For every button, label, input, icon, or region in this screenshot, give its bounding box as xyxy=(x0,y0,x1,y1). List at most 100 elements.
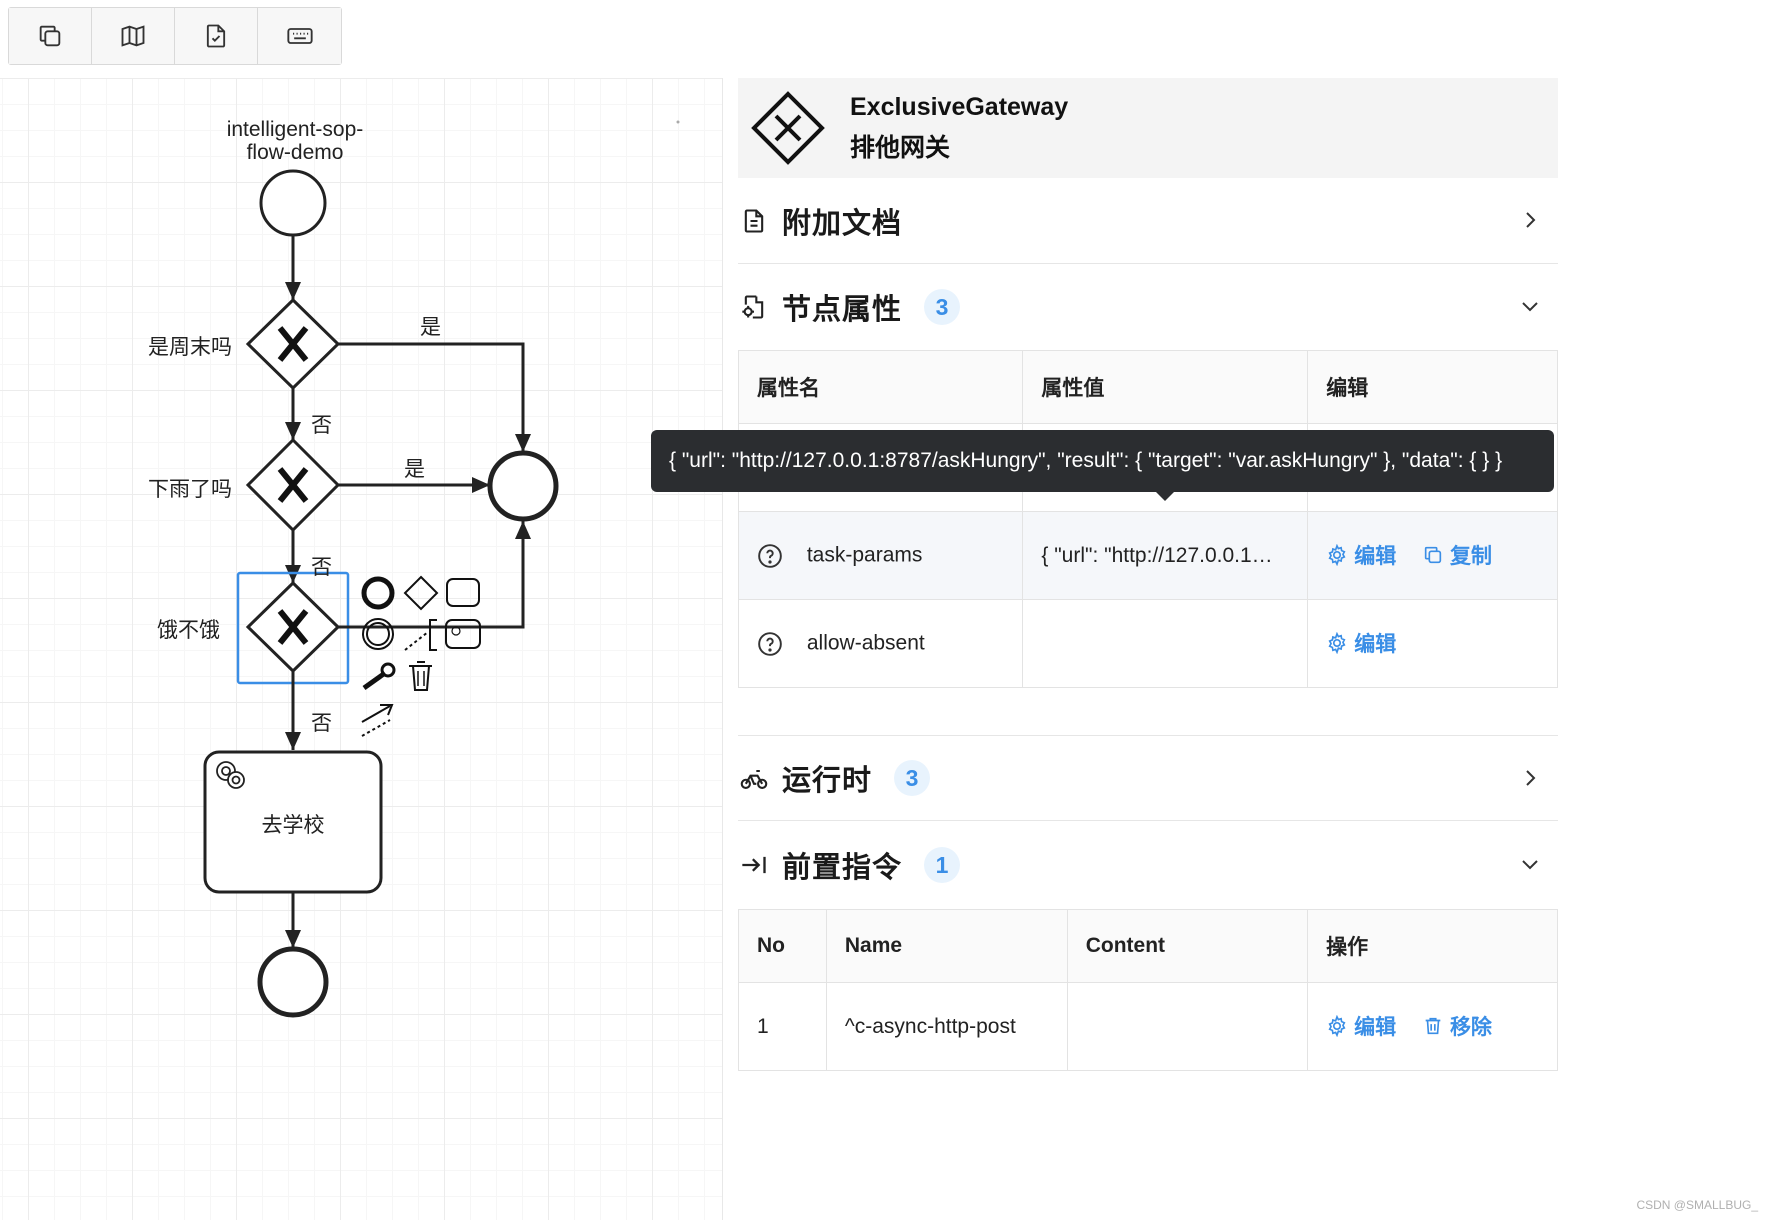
keyboard-icon xyxy=(286,28,313,44)
validate-button[interactable] xyxy=(175,8,258,64)
exclusive-gateway-icon xyxy=(751,91,825,165)
end-event-bottom[interactable] xyxy=(257,946,329,1018)
bpmn-diagram xyxy=(203,120,680,1018)
section-pre-title: 前置指令 xyxy=(782,852,903,884)
chevron-right-icon[interactable] xyxy=(1520,768,1540,788)
bpmn-canvas[interactable]: intelligent-sop- flow-demo 是周末吗 是 否 下雨了吗… xyxy=(0,78,723,1220)
table-row[interactable]: task-params { "url": "http://127.0.0.1… … xyxy=(737,511,1558,600)
section-runtime-title: 运行时 xyxy=(782,765,873,797)
flow-label-no-2: 否 xyxy=(311,556,332,579)
props-count-badge: 3 xyxy=(924,289,961,325)
pre-col-name: Name xyxy=(825,909,1068,983)
minimap-button[interactable] xyxy=(92,8,175,64)
pre-content xyxy=(1066,982,1309,1071)
copy-icon xyxy=(39,25,61,47)
value-tooltip: { "url": "http://127.0.0.1:8787/askHungr… xyxy=(651,430,1554,501)
section-props-title: 节点属性 xyxy=(782,294,903,326)
append-end-event-icon xyxy=(361,576,395,610)
pre-col-content: Content xyxy=(1066,909,1309,983)
flow-label-no-1: 否 xyxy=(311,414,332,437)
process-name-line-2: flow-demo xyxy=(246,141,344,164)
append-task-icon xyxy=(446,578,480,607)
flow-label-yes-1: 是 xyxy=(420,316,441,339)
section-pre[interactable]: 前置指令 1 xyxy=(738,822,1558,908)
props-col-edit: 编辑 xyxy=(1307,350,1558,424)
pre-count-badge: 1 xyxy=(924,847,961,883)
watermark: CSDN @SMALLBUG_ xyxy=(1636,1198,1758,1212)
edit-label: 编辑 xyxy=(1354,1015,1397,1039)
arrow-right-to-line-icon xyxy=(742,856,766,874)
section-docs[interactable]: 附加文档 xyxy=(738,178,1558,264)
remove-label: 移除 xyxy=(1449,1015,1492,1039)
pre-col-no: No xyxy=(738,909,827,983)
section-runtime[interactable]: 运行时 3 xyxy=(738,735,1558,821)
map-icon xyxy=(121,25,145,47)
end-event-right[interactable] xyxy=(487,450,559,522)
copy-button[interactable]: 复制 xyxy=(1422,540,1492,570)
gear-icon xyxy=(1328,543,1346,566)
pre-table: No Name Content 操作 1 ^c-async-http-post … xyxy=(738,909,1558,1071)
table-row[interactable]: 1 ^c-async-http-post 编辑 移除 xyxy=(738,982,1558,1071)
question-icon[interactable] xyxy=(757,543,783,569)
table-row[interactable]: allow-absent 编辑 xyxy=(737,599,1558,688)
properties-panel: ExclusiveGateway 排他网关 附加文档 节点属性 3 属性名 属性… xyxy=(723,78,1772,1220)
copy-label: 复制 xyxy=(1450,544,1493,568)
element-type: ExclusiveGateway xyxy=(850,92,1069,121)
gear-icon xyxy=(1328,631,1346,654)
task-label: 去学校 xyxy=(261,814,325,837)
edit-button[interactable]: 编辑 xyxy=(1326,1011,1396,1041)
process-name-label: intelligent-sop- flow-demo xyxy=(215,118,375,164)
gateway-label-raining: 下雨了吗 xyxy=(148,478,232,501)
gateway-label-weekend: 是周末吗 xyxy=(148,336,232,359)
gear-icon xyxy=(1328,1014,1346,1037)
chevron-down-icon[interactable] xyxy=(1520,296,1540,316)
gateway-label-hungry: 饿不饿 xyxy=(157,619,220,642)
section-docs-title: 附加文档 xyxy=(782,207,903,240)
prop-name: allow-absent xyxy=(806,631,925,655)
edit-button[interactable]: 编辑 xyxy=(1326,540,1396,570)
edit-label: 编辑 xyxy=(1354,544,1397,568)
panel-header: ExclusiveGateway 排他网关 xyxy=(738,78,1558,178)
bicycle-icon xyxy=(740,769,768,789)
pre-col-actions: 操作 xyxy=(1307,909,1558,983)
question-icon[interactable] xyxy=(757,631,783,657)
document-icon xyxy=(744,208,764,233)
props-table: 属性名 属性值 编辑 task-params { "url": "http://… xyxy=(737,350,1558,688)
process-name-line-1: intelligent-sop- xyxy=(226,118,364,141)
tooltip-arrow xyxy=(1155,491,1175,501)
edit-button[interactable]: 编辑 xyxy=(1326,628,1396,658)
wrench-icon xyxy=(362,670,387,691)
append-gateway-icon xyxy=(403,575,439,611)
chevron-down-icon[interactable] xyxy=(1520,854,1540,874)
prop-value[interactable]: { "url": "http://127.0.0.1… xyxy=(1041,544,1272,567)
pre-table-header: No Name Content 操作 xyxy=(738,909,1558,983)
file-check-icon xyxy=(206,24,226,48)
element-type-cn: 排他网关 xyxy=(850,133,951,162)
props-table-header: 属性名 属性值 编辑 xyxy=(737,350,1558,424)
file-settings-icon xyxy=(742,295,764,319)
keyboard-button[interactable] xyxy=(258,8,341,64)
copy-icon xyxy=(1424,546,1442,563)
start-event[interactable] xyxy=(259,169,327,237)
edit-label: 编辑 xyxy=(1354,632,1397,656)
trash-icon xyxy=(409,661,432,691)
sequence-flow-icon xyxy=(361,704,394,723)
flow-label-yes-2: 是 xyxy=(404,458,425,481)
prop-name: task-params xyxy=(806,543,923,567)
toolbar xyxy=(8,7,342,65)
pre-no: 1 xyxy=(738,982,827,1071)
trash-icon xyxy=(1425,1017,1441,1034)
props-col-value: 属性值 xyxy=(1022,350,1309,424)
copy-button[interactable] xyxy=(9,8,92,64)
section-props[interactable]: 节点属性 3 xyxy=(738,264,1558,350)
connect-icon xyxy=(404,631,429,651)
chevron-right-icon[interactable] xyxy=(1520,210,1540,230)
props-col-name: 属性名 xyxy=(737,350,1024,424)
tooltip-text: { "url": "http://127.0.0.1:8787/askHungr… xyxy=(669,449,1503,472)
remove-button[interactable]: 移除 xyxy=(1422,1011,1492,1041)
context-pad[interactable] xyxy=(361,575,481,737)
flow-label-no-3: 否 xyxy=(311,712,332,735)
pre-name: ^c-async-http-post xyxy=(825,982,1068,1071)
runtime-count-badge: 3 xyxy=(894,760,931,796)
append-service-task-icon xyxy=(445,619,481,649)
